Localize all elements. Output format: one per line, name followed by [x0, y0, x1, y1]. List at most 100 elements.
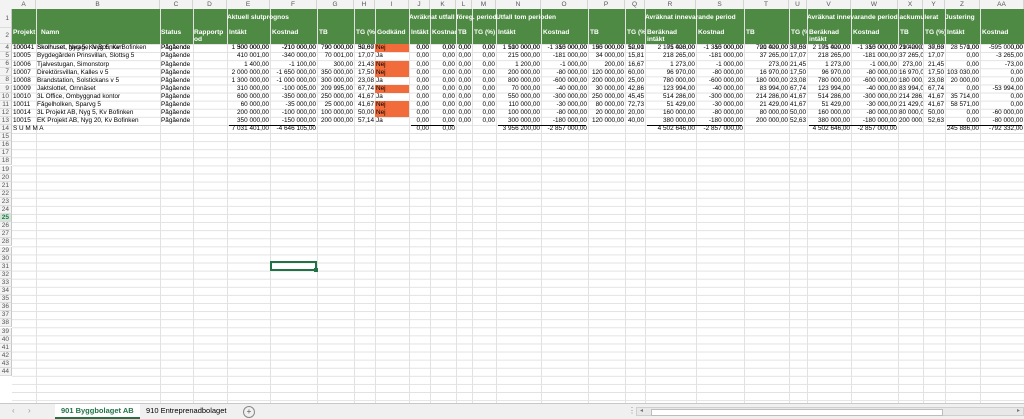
- cell-v[interactable]: 51 429,00: [807, 101, 851, 109]
- cell-n[interactable]: 550 000,00: [496, 93, 541, 101]
- cell-f[interactable]: -1 100,00: [270, 61, 317, 69]
- column-header-aa[interactable]: AA: [980, 0, 1024, 9]
- cell-j[interactable]: 0,00: [409, 44, 430, 52]
- cell-r[interactable]: 1 273,00: [645, 61, 696, 69]
- column-header-v[interactable]: V: [807, 0, 851, 9]
- column-header-f[interactable]: F: [270, 0, 317, 9]
- cell-status[interactable]: Pågående: [160, 69, 193, 77]
- cell-g[interactable]: 300,00: [317, 61, 354, 69]
- spreadsheet-grid[interactable]: ABCDEFGHIJKLMNOPQRSTUVWXYZAA 12345678910…: [0, 0, 1024, 403]
- column-header-l[interactable]: L: [456, 0, 472, 9]
- cell-l[interactable]: 0,00: [456, 44, 472, 52]
- row-header-21[interactable]: 21: [0, 181, 12, 190]
- selected-cell[interactable]: [270, 261, 318, 272]
- summa-n[interactable]: 3 956 200,00: [496, 125, 541, 133]
- row-header-35[interactable]: 35: [0, 295, 12, 304]
- cell-namn[interactable]: Jaktslottet, Örnnäset: [36, 85, 160, 93]
- cell-p[interactable]: 20 000,00: [588, 109, 625, 117]
- cell-projekt[interactable]: 10007: [12, 69, 36, 77]
- cell-q[interactable]: 40,00: [625, 117, 645, 125]
- cell-o[interactable]: -180 000,00: [541, 117, 588, 125]
- cell-status[interactable]: Pågående: [160, 61, 193, 69]
- cell-namn[interactable]: 3L Office, Ombyggnad kontor: [36, 93, 160, 101]
- cell-h[interactable]: 30,00: [354, 44, 375, 52]
- cell-godkand[interactable]: Nej: [375, 109, 409, 118]
- scrollbar-thumb[interactable]: [651, 409, 943, 416]
- cell-x[interactable]: 200 000,00: [898, 117, 923, 125]
- cell-y[interactable]: 41,67: [923, 101, 945, 109]
- cell-v[interactable]: 380 000,00: [807, 117, 851, 125]
- cell-status[interactable]: Pågående: [160, 77, 193, 85]
- row-header-2[interactable]: 2: [0, 28, 12, 44]
- summa-z[interactable]: 245 886,00: [945, 125, 980, 133]
- cell-f[interactable]: -150 000,00: [270, 117, 317, 125]
- column-header-u[interactable]: U: [789, 0, 807, 9]
- cell-status[interactable]: Pågående: [160, 117, 193, 125]
- cell-namn[interactable]: Direktörsvillan, Kalles v 5: [36, 69, 160, 77]
- cell-q[interactable]: 50,00: [625, 44, 645, 52]
- horizontal-scrollbar[interactable]: ◂ ▸: [636, 407, 1024, 416]
- row-header-16[interactable]: 16: [0, 141, 12, 150]
- cell-r[interactable]: 71 428,00: [645, 44, 696, 52]
- cell-v[interactable]: 160 000,00: [807, 109, 851, 117]
- cell-n[interactable]: 100 000,00: [496, 109, 541, 117]
- cell-aa[interactable]: -60 000,00: [980, 109, 1024, 117]
- cell-e[interactable]: 350 000,00: [227, 117, 270, 125]
- row-header-42[interactable]: 42: [0, 351, 12, 360]
- cell-g[interactable]: 350 000,00: [317, 69, 354, 77]
- cell-godkand[interactable]: Nej: [375, 101, 409, 109]
- summa-v[interactable]: 4 502 646,00: [807, 125, 851, 133]
- cell-aa[interactable]: 0,00: [980, 77, 1024, 85]
- column-header-w[interactable]: W: [851, 0, 898, 9]
- cell-t[interactable]: 180 000,00: [744, 77, 789, 85]
- cell-s[interactable]: -40 000,00: [696, 85, 744, 93]
- row-header-43[interactable]: 43: [0, 359, 12, 368]
- row-header-9[interactable]: 9: [0, 84, 12, 93]
- cell-e[interactable]: 410 001,00: [227, 52, 270, 60]
- cell-projekt[interactable]: 10009: [12, 85, 36, 93]
- summa-j[interactable]: 0,00: [409, 125, 430, 133]
- row-header-37[interactable]: 37: [0, 311, 12, 320]
- cell-h[interactable]: 21,43: [354, 61, 375, 69]
- cell-z[interactable]: 28 571,00: [945, 44, 980, 52]
- cell-godkand[interactable]: Nej: [375, 84, 409, 93]
- cell-x[interactable]: 21 429,00: [898, 44, 923, 52]
- cell-p[interactable]: 200 000,00: [588, 77, 625, 85]
- column-header-s[interactable]: S: [696, 0, 744, 9]
- cell-s[interactable]: -1 000,00: [696, 61, 744, 69]
- cell-n[interactable]: 70 000,00: [496, 85, 541, 93]
- cell-godkand[interactable]: Ja: [375, 77, 409, 85]
- cell-r[interactable]: 514 286,00: [645, 93, 696, 101]
- row-header-27[interactable]: 27: [0, 230, 12, 239]
- cell-m[interactable]: 0,00: [472, 44, 496, 52]
- cell-l[interactable]: 0,00: [456, 52, 472, 60]
- cell-z[interactable]: 0,00: [945, 52, 980, 60]
- cell-u[interactable]: 67,74: [789, 85, 807, 93]
- summa-o[interactable]: -2 857 000,00: [541, 125, 588, 133]
- cell-f[interactable]: -350 000,00: [270, 93, 317, 101]
- column-header-z[interactable]: Z: [945, 0, 980, 9]
- cell-y[interactable]: 41,67: [923, 93, 945, 101]
- cell-e[interactable]: 200 000,00: [227, 109, 270, 117]
- cell-v[interactable]: 780 000,00: [807, 77, 851, 85]
- cell-o[interactable]: -40 000,00: [541, 85, 588, 93]
- cell-y[interactable]: 67,74: [923, 85, 945, 93]
- column-header-d[interactable]: D: [193, 0, 227, 9]
- cell-x[interactable]: 180 000,00: [898, 77, 923, 85]
- cell-l[interactable]: 0,00: [456, 77, 472, 85]
- cell-h[interactable]: 67,74: [354, 85, 375, 93]
- column-header-p[interactable]: P: [588, 0, 625, 9]
- cell-h[interactable]: 17,50: [354, 69, 375, 77]
- cell-k[interactable]: 0,00: [430, 44, 456, 52]
- cell-s[interactable]: -181 000,00: [696, 52, 744, 60]
- cell-z[interactable]: 0,00: [945, 85, 980, 93]
- cell-o[interactable]: -1 000,00: [541, 61, 588, 69]
- cell-k[interactable]: 0,00: [430, 85, 456, 93]
- cell-aa[interactable]: 0,00: [980, 93, 1024, 101]
- cell-f[interactable]: -210 000,00: [270, 44, 317, 52]
- row-header-44[interactable]: 44: [0, 368, 12, 377]
- cell-n[interactable]: 200 000,00: [496, 69, 541, 77]
- cell-f[interactable]: -100 005,00: [270, 85, 317, 93]
- row-header-19[interactable]: 19: [0, 165, 12, 174]
- cell-aa[interactable]: 0,00: [980, 69, 1024, 77]
